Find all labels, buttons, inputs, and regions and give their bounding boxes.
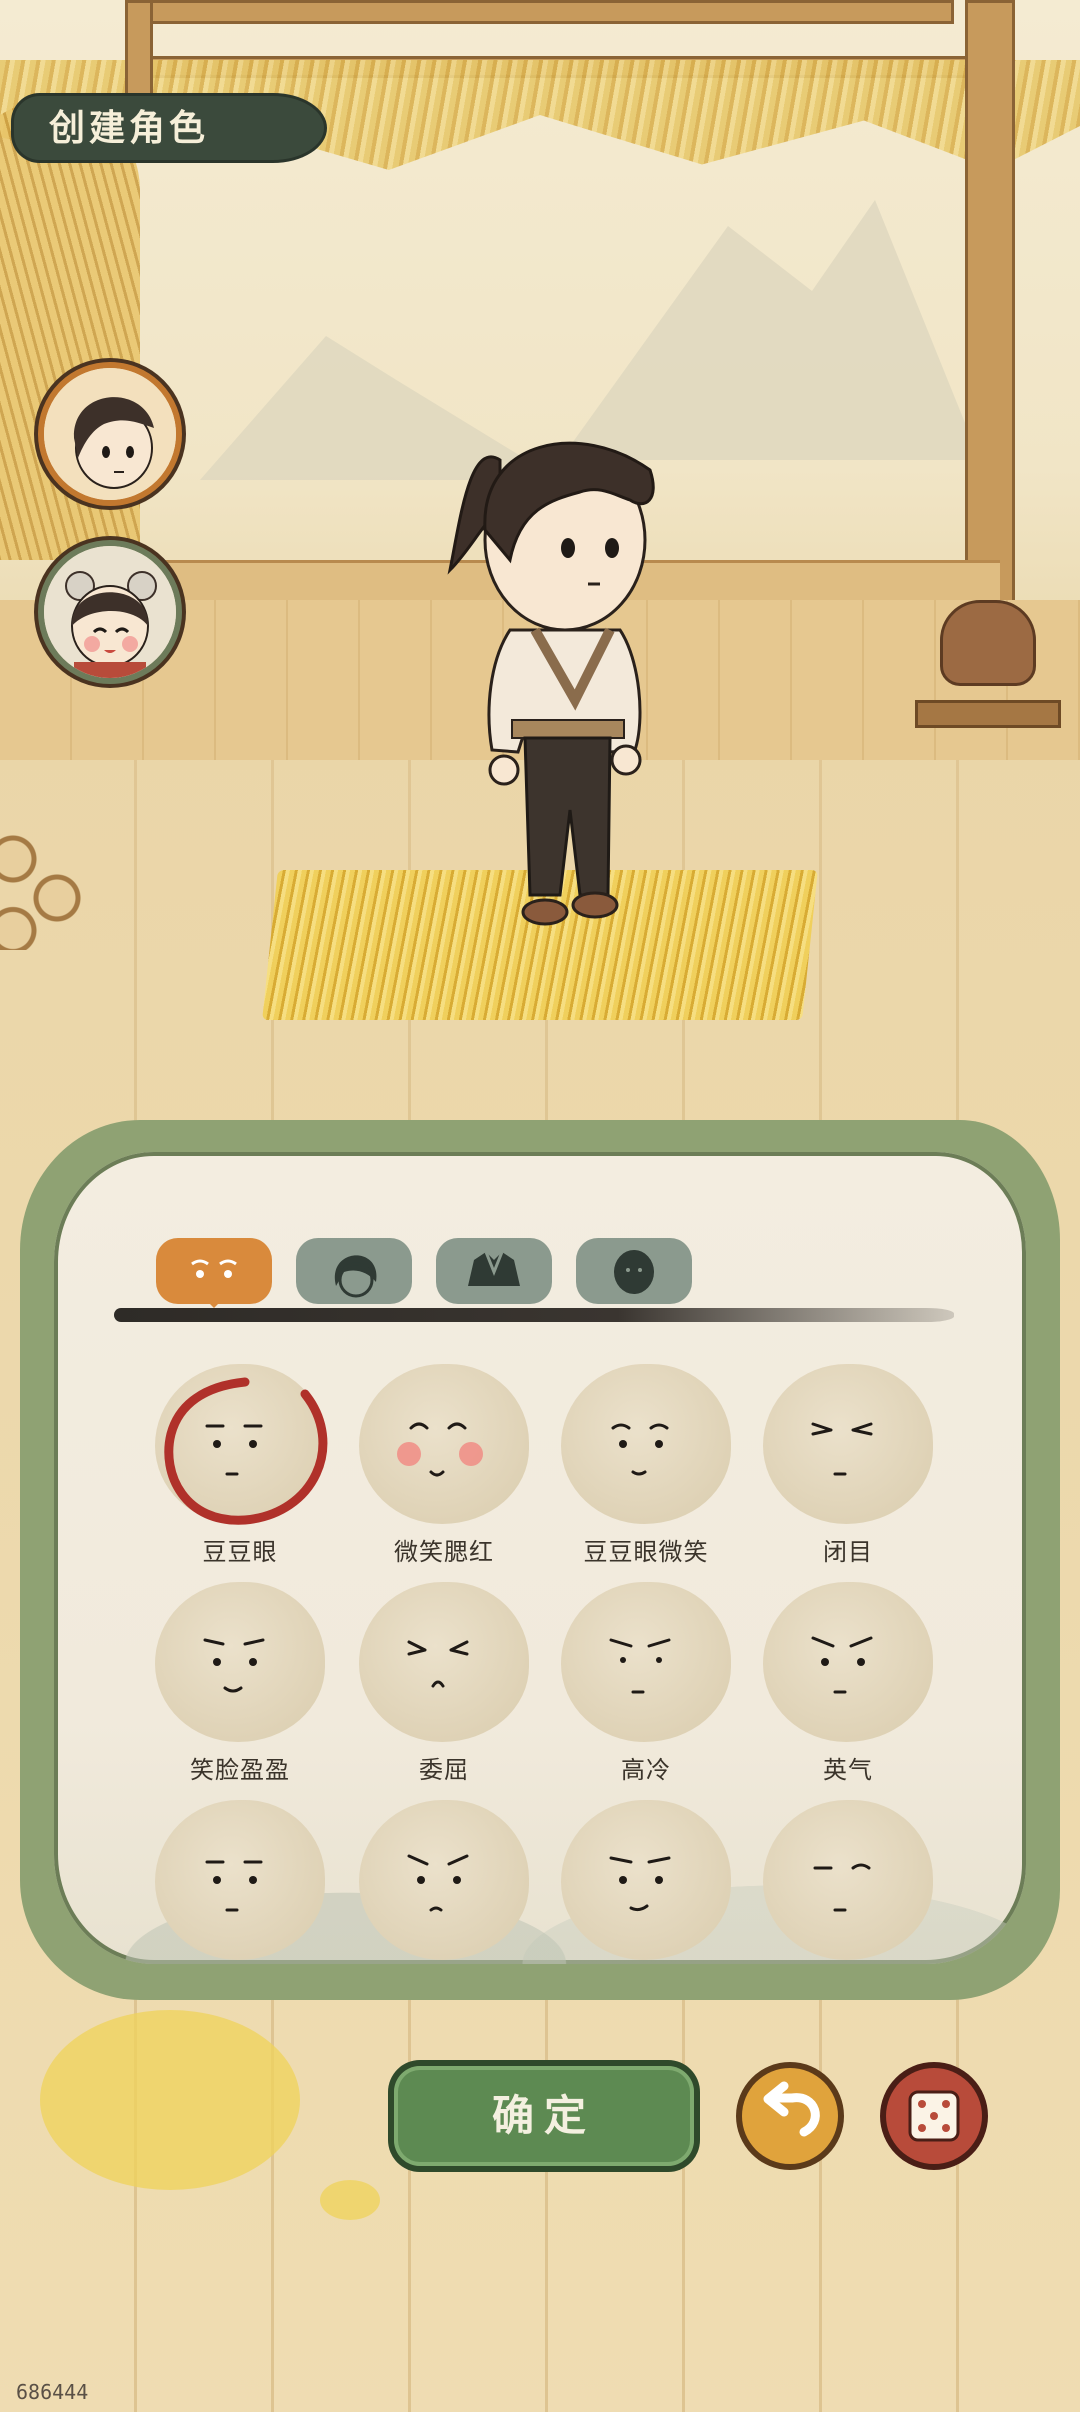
face-option[interactable]: 高冷: [558, 1582, 734, 1784]
face-option-label: 微笑腮红: [394, 1538, 494, 1566]
face-option[interactable]: 笑脸盈盈: [152, 1582, 328, 1784]
face-expression-icon: [611, 1423, 669, 1476]
clothes-icon: [468, 1251, 520, 1286]
face-option[interactable]: [558, 1800, 734, 1964]
face-option-label: 笑脸盈盈: [190, 1756, 290, 1784]
selected-ring: [164, 1377, 328, 1525]
face-option-label: 豆豆眼微笑: [583, 1538, 709, 1566]
face-preview: [561, 1800, 731, 1960]
face-option[interactable]: 英气: [760, 1582, 936, 1784]
face-expression-icon: [203, 1638, 265, 1693]
customization-panel: 豆豆眼 微笑腮红 豆豆眼微笑 闭目笑脸盈盈 委屈 高冷 英气: [20, 1120, 1060, 2000]
face-expression-icon: [407, 1640, 469, 1688]
face-preview: [155, 1582, 325, 1742]
face-option[interactable]: 委屈: [356, 1582, 532, 1784]
female-avatar-button[interactable]: [38, 540, 182, 684]
face-preview: [359, 1582, 529, 1742]
face-option-label: 闭目: [823, 1538, 873, 1566]
roof-beam: [128, 0, 954, 24]
game-scene: 创建角色 豆豆眼 微笑腮红 豆豆眼微笑 闭目 笑脸盈盈 委屈 高冷 英气 确定 …: [0, 0, 1080, 2412]
face-option-label: 英气: [823, 1756, 873, 1784]
paint-splash: [320, 2180, 380, 2220]
face-expression-icon: [397, 1422, 483, 1477]
hair-icon: [334, 1255, 377, 1298]
face-option[interactable]: 豆豆眼微笑: [558, 1364, 734, 1566]
male-avatar-icon: [44, 368, 176, 500]
face-preview: [561, 1582, 731, 1742]
face-expression-icon: [813, 1863, 871, 1912]
face-expression-icon: [609, 1856, 671, 1912]
face-preview: [763, 1800, 933, 1960]
confirm-button[interactable]: 确定: [394, 2066, 694, 2166]
face-expression-icon: [811, 1636, 873, 1694]
face-option[interactable]: 豆豆眼: [152, 1364, 328, 1566]
dice-icon: [908, 2090, 960, 2142]
undo-button[interactable]: [742, 2068, 838, 2164]
ink-brush-divider: [114, 1308, 954, 1322]
face-option-label: 高冷: [621, 1756, 671, 1784]
face-preview: [763, 1364, 933, 1524]
random-button[interactable]: [886, 2068, 982, 2164]
face-expression-icon: [609, 1638, 671, 1694]
page-title-banner: 创建角色: [14, 96, 324, 160]
wooden-stool: [915, 700, 1061, 728]
tab-eyes[interactable]: [156, 1238, 272, 1308]
clay-pot: [940, 600, 1036, 686]
female-avatar-icon: [44, 546, 176, 678]
face-option[interactable]: [152, 1800, 328, 1964]
face-option[interactable]: [760, 1800, 936, 1964]
face-option[interactable]: 闭目: [760, 1364, 936, 1566]
watermark-id: 686444: [16, 2380, 89, 2404]
face-option-label: 委屈: [419, 1756, 469, 1784]
face-preview: [561, 1364, 731, 1524]
paint-splash: [40, 2010, 300, 2190]
firewood-logs: [0, 820, 90, 950]
face-option[interactable]: [356, 1800, 532, 1964]
confirm-button-label: 确定: [491, 2091, 596, 2140]
face-preview: [155, 1364, 328, 1525]
face-expression-icon: [205, 1860, 263, 1912]
tab-hair[interactable]: [296, 1238, 412, 1304]
face-shape-icon: [614, 1250, 654, 1294]
face-option-label: 豆豆眼: [202, 1538, 278, 1566]
undo-icon: [763, 2081, 820, 2137]
eyes-icon: [191, 1259, 237, 1278]
wooden-pillar: [965, 0, 1015, 646]
face-expression-icon: [811, 1422, 873, 1476]
tab-clothes[interactable]: [436, 1238, 552, 1304]
face-preview: [763, 1582, 933, 1742]
face-preview: [359, 1800, 529, 1960]
male-avatar-button[interactable]: [38, 362, 182, 506]
page-title: 创建角色: [48, 107, 209, 149]
face-expression-icon: [407, 1854, 469, 1912]
face-preview: [155, 1800, 325, 1960]
face-option[interactable]: 微笑腮红: [356, 1364, 532, 1566]
customization-panel-inner: 豆豆眼 微笑腮红 豆豆眼微笑 闭目笑脸盈盈 委屈 高冷 英气: [54, 1152, 1026, 1964]
face-preview: [359, 1364, 529, 1524]
player-character[interactable]: [430, 400, 680, 960]
tab-face-shape[interactable]: [576, 1238, 692, 1304]
